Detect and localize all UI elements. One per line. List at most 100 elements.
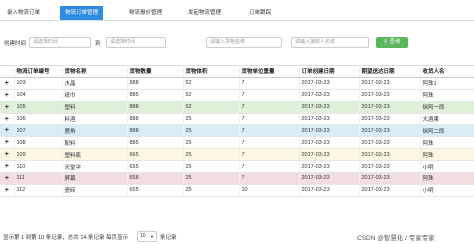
table-row[interactable]: +105 塑料 888 52 7 2017-03-23 2017-03-23 徐阿一即 xyxy=(0,101,474,114)
column-header-goods-volume[interactable]: 货物体积 xyxy=(183,65,240,78)
cell-goods-volume: 25 xyxy=(183,113,240,126)
cell-receiver: 小明 xyxy=(420,160,474,174)
cell-goods-name: 天堂伞 xyxy=(62,160,128,174)
cell-unit-weight: 7 xyxy=(239,89,300,102)
cell-unit-weight: 10 xyxy=(239,184,300,197)
expand-row-icon[interactable]: + xyxy=(0,101,15,114)
cell-expected-date: 2017-03-23 xyxy=(359,89,421,102)
orders-table: 物流订单编号 货物名称 货物数量 货物体积 货物单位重量 订单创建日期 期望送达… xyxy=(0,65,474,197)
cell-order-id: 107 xyxy=(14,124,63,138)
table-row[interactable]: +104 纸巾 885 52 7 2017-03-23 2017-03-23 阿珠 xyxy=(0,89,474,102)
column-header-expected-date[interactable]: 期望送达日期 xyxy=(359,65,421,78)
column-header-receiver[interactable]: 收货人名 xyxy=(420,65,474,78)
receiver-name-input[interactable]: 请输入接收人名称 xyxy=(291,37,369,48)
search-button[interactable]: ⚲ 查询 xyxy=(376,37,408,48)
column-header-goods-qty[interactable]: 货物数量 xyxy=(127,65,184,78)
pagination-footer: 显示第 1 到第 10 条记录，总共 14 条记录 每页显示 10 ▼ 条记录 … xyxy=(0,231,474,243)
date-from-input[interactable]: 请选择时间 xyxy=(29,37,91,48)
cell-created-date: 2017-03-23 xyxy=(299,136,360,150)
page-size-value: 10 xyxy=(140,233,146,239)
expand-row-icon[interactable]: + xyxy=(0,148,15,162)
column-header-created-date[interactable]: 订单创建日期 xyxy=(299,65,360,78)
cell-goods-qty: 658 xyxy=(127,172,184,185)
expand-row-icon[interactable]: + xyxy=(0,172,15,185)
tab-create-order[interactable]: 录入物流订单 xyxy=(2,6,45,20)
filter-bar: 创建时间 请选择时间 到 请选择时间 请输入货物名称 请输入接收人名称 ⚲ 查询 xyxy=(0,37,474,51)
expand-row-icon[interactable]: + xyxy=(0,136,15,150)
cell-order-id: 105 xyxy=(14,101,63,114)
cell-expected-date: 2017-03-23 xyxy=(359,124,421,138)
cell-created-date: 2017-03-23 xyxy=(299,124,360,138)
tab-dispatch-management[interactable]: 发起物流管理 xyxy=(183,6,226,20)
cell-goods-volume: 52 xyxy=(183,89,240,102)
table-row[interactable]: +106 料酒 888 25 7 2017-03-23 2017-03-23 大酒果 xyxy=(0,113,474,126)
cell-goods-name: 瓷砖 xyxy=(62,184,128,197)
cell-goods-volume: 25 xyxy=(183,124,240,138)
column-header-unit-weight[interactable]: 货物单位重量 xyxy=(239,65,300,78)
cell-goods-name: 塑料瓶 xyxy=(62,148,128,162)
cell-expected-date: 2017-03-23 xyxy=(359,148,421,162)
expand-row-icon[interactable]: + xyxy=(0,184,15,197)
cell-order-id: 103 xyxy=(14,77,63,90)
watermark: CSDN @智慧化 / 专家专家 xyxy=(357,235,435,242)
cell-goods-name: 塑料 xyxy=(62,101,128,114)
cell-expected-date: 2017-03-23 xyxy=(359,160,421,174)
cell-order-id: 109 xyxy=(14,148,63,162)
cell-order-id: 108 xyxy=(14,136,63,150)
cell-unit-weight: 7 xyxy=(239,172,300,185)
cell-receiver: 阿珠 xyxy=(420,89,474,102)
cell-expected-date: 2017-03-23 xyxy=(359,136,421,150)
cell-goods-name: 鹿角 xyxy=(62,124,128,138)
column-header-order-id[interactable]: 物流订单编号 xyxy=(14,65,63,78)
table-row[interactable]: +108 配料 885 25 7 2017-03-23 2017-03-23 阿珠 xyxy=(0,136,474,150)
cell-goods-qty: 655 xyxy=(127,160,184,174)
cell-unit-weight: 7 xyxy=(239,101,300,114)
date-to-input[interactable]: 请选择时间 xyxy=(106,37,166,48)
cell-goods-volume: 25 xyxy=(183,172,240,185)
pagination-summary: 显示第 1 到第 10 条记录，总共 14 条记录 每页显示 xyxy=(3,235,128,241)
expand-row-icon[interactable]: + xyxy=(0,89,15,102)
magnifier-icon: ⚲ xyxy=(383,39,388,45)
cell-receiver: 徐阿一即 xyxy=(420,101,474,114)
cell-goods-name: 配料 xyxy=(62,136,128,150)
date-separator: 到 xyxy=(95,41,101,47)
cell-unit-weight: 7 xyxy=(239,136,300,150)
cell-goods-qty: 888 xyxy=(127,101,184,114)
pagination-suffix: 条记录 xyxy=(160,235,177,241)
expand-row-icon[interactable]: + xyxy=(0,124,15,138)
tab-order-management[interactable]: 物流订单管理 xyxy=(60,6,104,20)
cell-created-date: 2017-03-23 xyxy=(299,89,360,102)
cell-order-id: 112 xyxy=(14,184,63,197)
column-header-goods-name[interactable]: 货物名称 xyxy=(62,65,128,78)
cell-order-id: 106 xyxy=(14,113,63,126)
tab-quote-management[interactable]: 物流报价管理 xyxy=(124,6,167,20)
goods-name-input[interactable]: 请输入货物名称 xyxy=(206,37,282,48)
expand-row-icon[interactable]: + xyxy=(0,113,15,126)
cell-expected-date: 2017-03-23 xyxy=(359,101,421,114)
table-row[interactable]: +103 水晶 888 52 7 2017-03-23 2017-03-23 阿珠1 xyxy=(0,77,474,90)
cell-expected-date: 2017-03-23 xyxy=(359,172,421,185)
cell-created-date: 2017-03-23 xyxy=(299,184,360,197)
cell-goods-qty: 885 xyxy=(127,136,184,150)
cell-goods-volume: 25 xyxy=(183,136,240,150)
table-row[interactable]: +110 天堂伞 655 25 7 2017-03-23 2017-03-23 小明 xyxy=(0,160,474,174)
page-size-select[interactable]: 10 ▼ xyxy=(137,231,157,242)
table-row[interactable]: +109 塑料瓶 665 25 7 2017-03-23 2017-03-23 阿珠 xyxy=(0,148,474,162)
table-row[interactable]: +112 瓷砖 655 25 10 2017-03-23 2017-03-23 小明 xyxy=(0,184,474,197)
tab-order-tracking[interactable]: 订单跟踪 xyxy=(244,6,276,20)
expand-row-icon[interactable]: + xyxy=(0,77,15,90)
cell-unit-weight: 7 xyxy=(239,113,300,126)
cell-goods-qty: 655 xyxy=(127,184,184,197)
cell-created-date: 2017-03-23 xyxy=(299,160,360,174)
expand-row-icon[interactable]: + xyxy=(0,160,15,174)
cell-goods-qty: 665 xyxy=(127,148,184,162)
table-row[interactable]: +107 鹿角 888 25 7 2017-03-23 2017-03-23 徐阿二即 xyxy=(0,124,474,138)
cell-created-date: 2017-03-23 xyxy=(299,172,360,185)
table-row[interactable]: +111 屏幕 658 25 7 2017-03-23 2017-03-23 阿珠 xyxy=(0,172,474,185)
search-button-label: 查询 xyxy=(389,39,401,45)
cell-goods-volume: 25 xyxy=(183,184,240,197)
cell-order-id: 110 xyxy=(14,160,63,174)
cell-unit-weight: 7 xyxy=(239,124,300,138)
cell-created-date: 2017-03-23 xyxy=(299,77,360,90)
tab-bar: 录入物流订单 物流订单管理 物流报价管理 发起物流管理 订单跟踪 xyxy=(0,6,474,21)
